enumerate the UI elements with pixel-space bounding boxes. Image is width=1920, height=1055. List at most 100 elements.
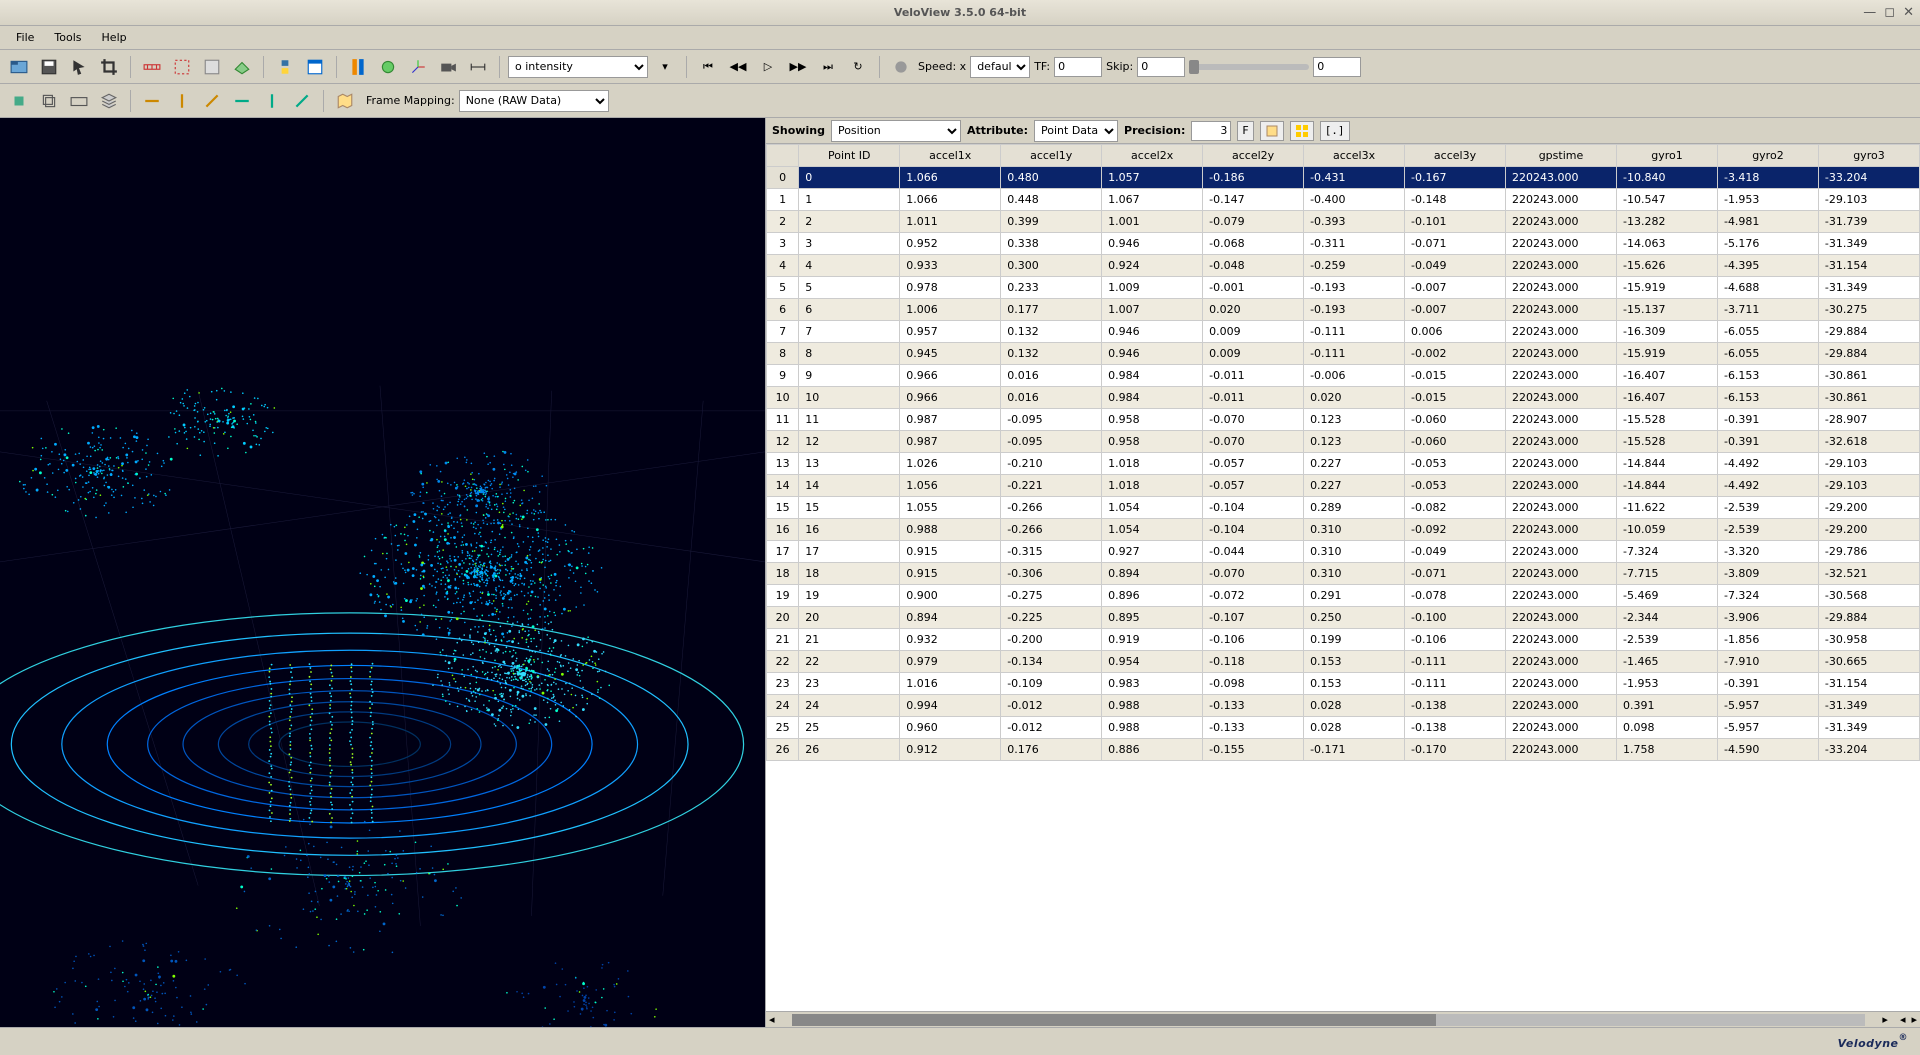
cell[interactable]: -0.104 (1203, 497, 1304, 519)
cell[interactable]: -3.320 (1717, 541, 1818, 563)
cell[interactable]: 1.016 (900, 673, 1001, 695)
cell[interactable]: 1.026 (900, 453, 1001, 475)
cell[interactable]: -0.011 (1203, 387, 1304, 409)
cell[interactable]: 0.987 (900, 409, 1001, 431)
cell[interactable]: -0.107 (1203, 607, 1304, 629)
cell[interactable]: -28.907 (1818, 409, 1919, 431)
cell[interactable]: -32.618 (1818, 431, 1919, 453)
record-button[interactable] (888, 54, 914, 80)
row-header[interactable]: 6 (767, 299, 799, 321)
seek-last-button[interactable]: ⏭ (815, 54, 841, 80)
cell[interactable]: 0.250 (1304, 607, 1405, 629)
seek-first-button[interactable]: ⏮ (695, 54, 721, 80)
cell[interactable]: 0.946 (1102, 343, 1203, 365)
cell[interactable]: -3.809 (1717, 563, 1818, 585)
dropdown-arrow-icon[interactable]: ▾ (652, 54, 678, 80)
cell[interactable]: 0.924 (1102, 255, 1203, 277)
cell[interactable]: 0.310 (1304, 541, 1405, 563)
row-header[interactable]: 9 (767, 365, 799, 387)
cell[interactable]: 3 (799, 233, 900, 255)
cell[interactable]: 0.958 (1102, 409, 1203, 431)
cell[interactable]: -5.469 (1617, 585, 1718, 607)
cell[interactable]: 20 (799, 607, 900, 629)
cell[interactable]: 0.132 (1001, 321, 1102, 343)
cell[interactable]: 1.011 (900, 211, 1001, 233)
cell[interactable]: 0.988 (1102, 695, 1203, 717)
cell[interactable]: -0.138 (1405, 717, 1506, 739)
cell[interactable]: 0.399 (1001, 211, 1102, 233)
cell[interactable]: -16.407 (1617, 365, 1718, 387)
cell[interactable]: 0.227 (1304, 475, 1405, 497)
cell[interactable]: -0.100 (1405, 607, 1506, 629)
cell[interactable]: -0.106 (1203, 629, 1304, 651)
cell[interactable]: -0.071 (1405, 563, 1506, 585)
cell[interactable]: 9 (799, 365, 900, 387)
cell[interactable]: 23 (799, 673, 900, 695)
cell[interactable]: -0.167 (1405, 167, 1506, 189)
cell[interactable]: -16.407 (1617, 387, 1718, 409)
map-button[interactable] (332, 88, 358, 114)
horizontal-scrollbar[interactable]: ◂▸ ◂▸ (766, 1011, 1920, 1027)
cell[interactable]: -30.861 (1818, 365, 1919, 387)
cell[interactable]: 0.915 (900, 563, 1001, 585)
play-button[interactable]: ▷ (755, 54, 781, 80)
cell[interactable]: 220243.000 (1505, 607, 1616, 629)
cell[interactable]: -0.400 (1304, 189, 1405, 211)
cell[interactable]: 18 (799, 563, 900, 585)
cell[interactable]: -0.391 (1717, 673, 1818, 695)
cell[interactable]: -0.431 (1304, 167, 1405, 189)
seek-forward-button[interactable]: ▶▶ (785, 54, 811, 80)
cell[interactable]: -14.844 (1617, 453, 1718, 475)
table-row[interactable]: 880.9450.1320.9460.009-0.111-0.002220243… (767, 343, 1920, 365)
attribute-select[interactable]: Point Data (1034, 120, 1118, 142)
cell[interactable]: -6.055 (1717, 321, 1818, 343)
cell[interactable]: -0.193 (1304, 299, 1405, 321)
axes-button[interactable] (405, 54, 431, 80)
cell[interactable]: -31.739 (1818, 211, 1919, 233)
timeline-slider[interactable] (1189, 64, 1309, 70)
cell[interactable]: -31.349 (1818, 695, 1919, 717)
cell[interactable]: -30.275 (1818, 299, 1919, 321)
view-neg-y-button[interactable] (259, 88, 285, 114)
cell[interactable]: -0.071 (1405, 233, 1506, 255)
cell[interactable]: -0.068 (1203, 233, 1304, 255)
column-header[interactable]: gpstime (1505, 145, 1616, 167)
row-header[interactable]: 16 (767, 519, 799, 541)
cell[interactable]: 0.958 (1102, 431, 1203, 453)
cell[interactable]: -0.002 (1405, 343, 1506, 365)
row-header[interactable]: 19 (767, 585, 799, 607)
table-row[interactable]: 330.9520.3380.946-0.068-0.311-0.07122024… (767, 233, 1920, 255)
table-row[interactable]: 550.9780.2331.009-0.001-0.193-0.00722024… (767, 277, 1920, 299)
seek-back-button[interactable]: ◀◀ (725, 54, 751, 80)
cell[interactable]: 0.153 (1304, 673, 1405, 695)
cell[interactable]: 24 (799, 695, 900, 717)
column-header[interactable]: gyro3 (1818, 145, 1919, 167)
cell[interactable]: 0.886 (1102, 739, 1203, 761)
cell[interactable]: -2.539 (1717, 497, 1818, 519)
cell[interactable]: -6.055 (1717, 343, 1818, 365)
cell[interactable]: 15 (799, 497, 900, 519)
table-row[interactable]: 17170.915-0.3150.927-0.0440.310-0.049220… (767, 541, 1920, 563)
cell[interactable]: -0.306 (1001, 563, 1102, 585)
row-header[interactable]: 4 (767, 255, 799, 277)
row-header[interactable]: 8 (767, 343, 799, 365)
view-x-button[interactable] (139, 88, 165, 114)
camera-button[interactable] (435, 54, 461, 80)
column-toggle-button[interactable]: [.] (1320, 121, 1350, 141)
cell[interactable]: -15.919 (1617, 277, 1718, 299)
row-header[interactable]: 15 (767, 497, 799, 519)
cell[interactable]: -3.906 (1717, 607, 1818, 629)
cell[interactable]: 1.055 (900, 497, 1001, 519)
cell[interactable]: -15.626 (1617, 255, 1718, 277)
row-header[interactable]: 26 (767, 739, 799, 761)
row-header[interactable]: 23 (767, 673, 799, 695)
cell[interactable]: 0.945 (900, 343, 1001, 365)
cell[interactable]: 0.448 (1001, 189, 1102, 211)
cell[interactable]: -32.521 (1818, 563, 1919, 585)
cell[interactable]: -0.070 (1203, 409, 1304, 431)
cell[interactable]: 17 (799, 541, 900, 563)
cell[interactable]: -7.324 (1717, 585, 1818, 607)
row-header[interactable]: 25 (767, 717, 799, 739)
cell[interactable]: -0.104 (1203, 519, 1304, 541)
render-viewport[interactable] (0, 118, 765, 1027)
